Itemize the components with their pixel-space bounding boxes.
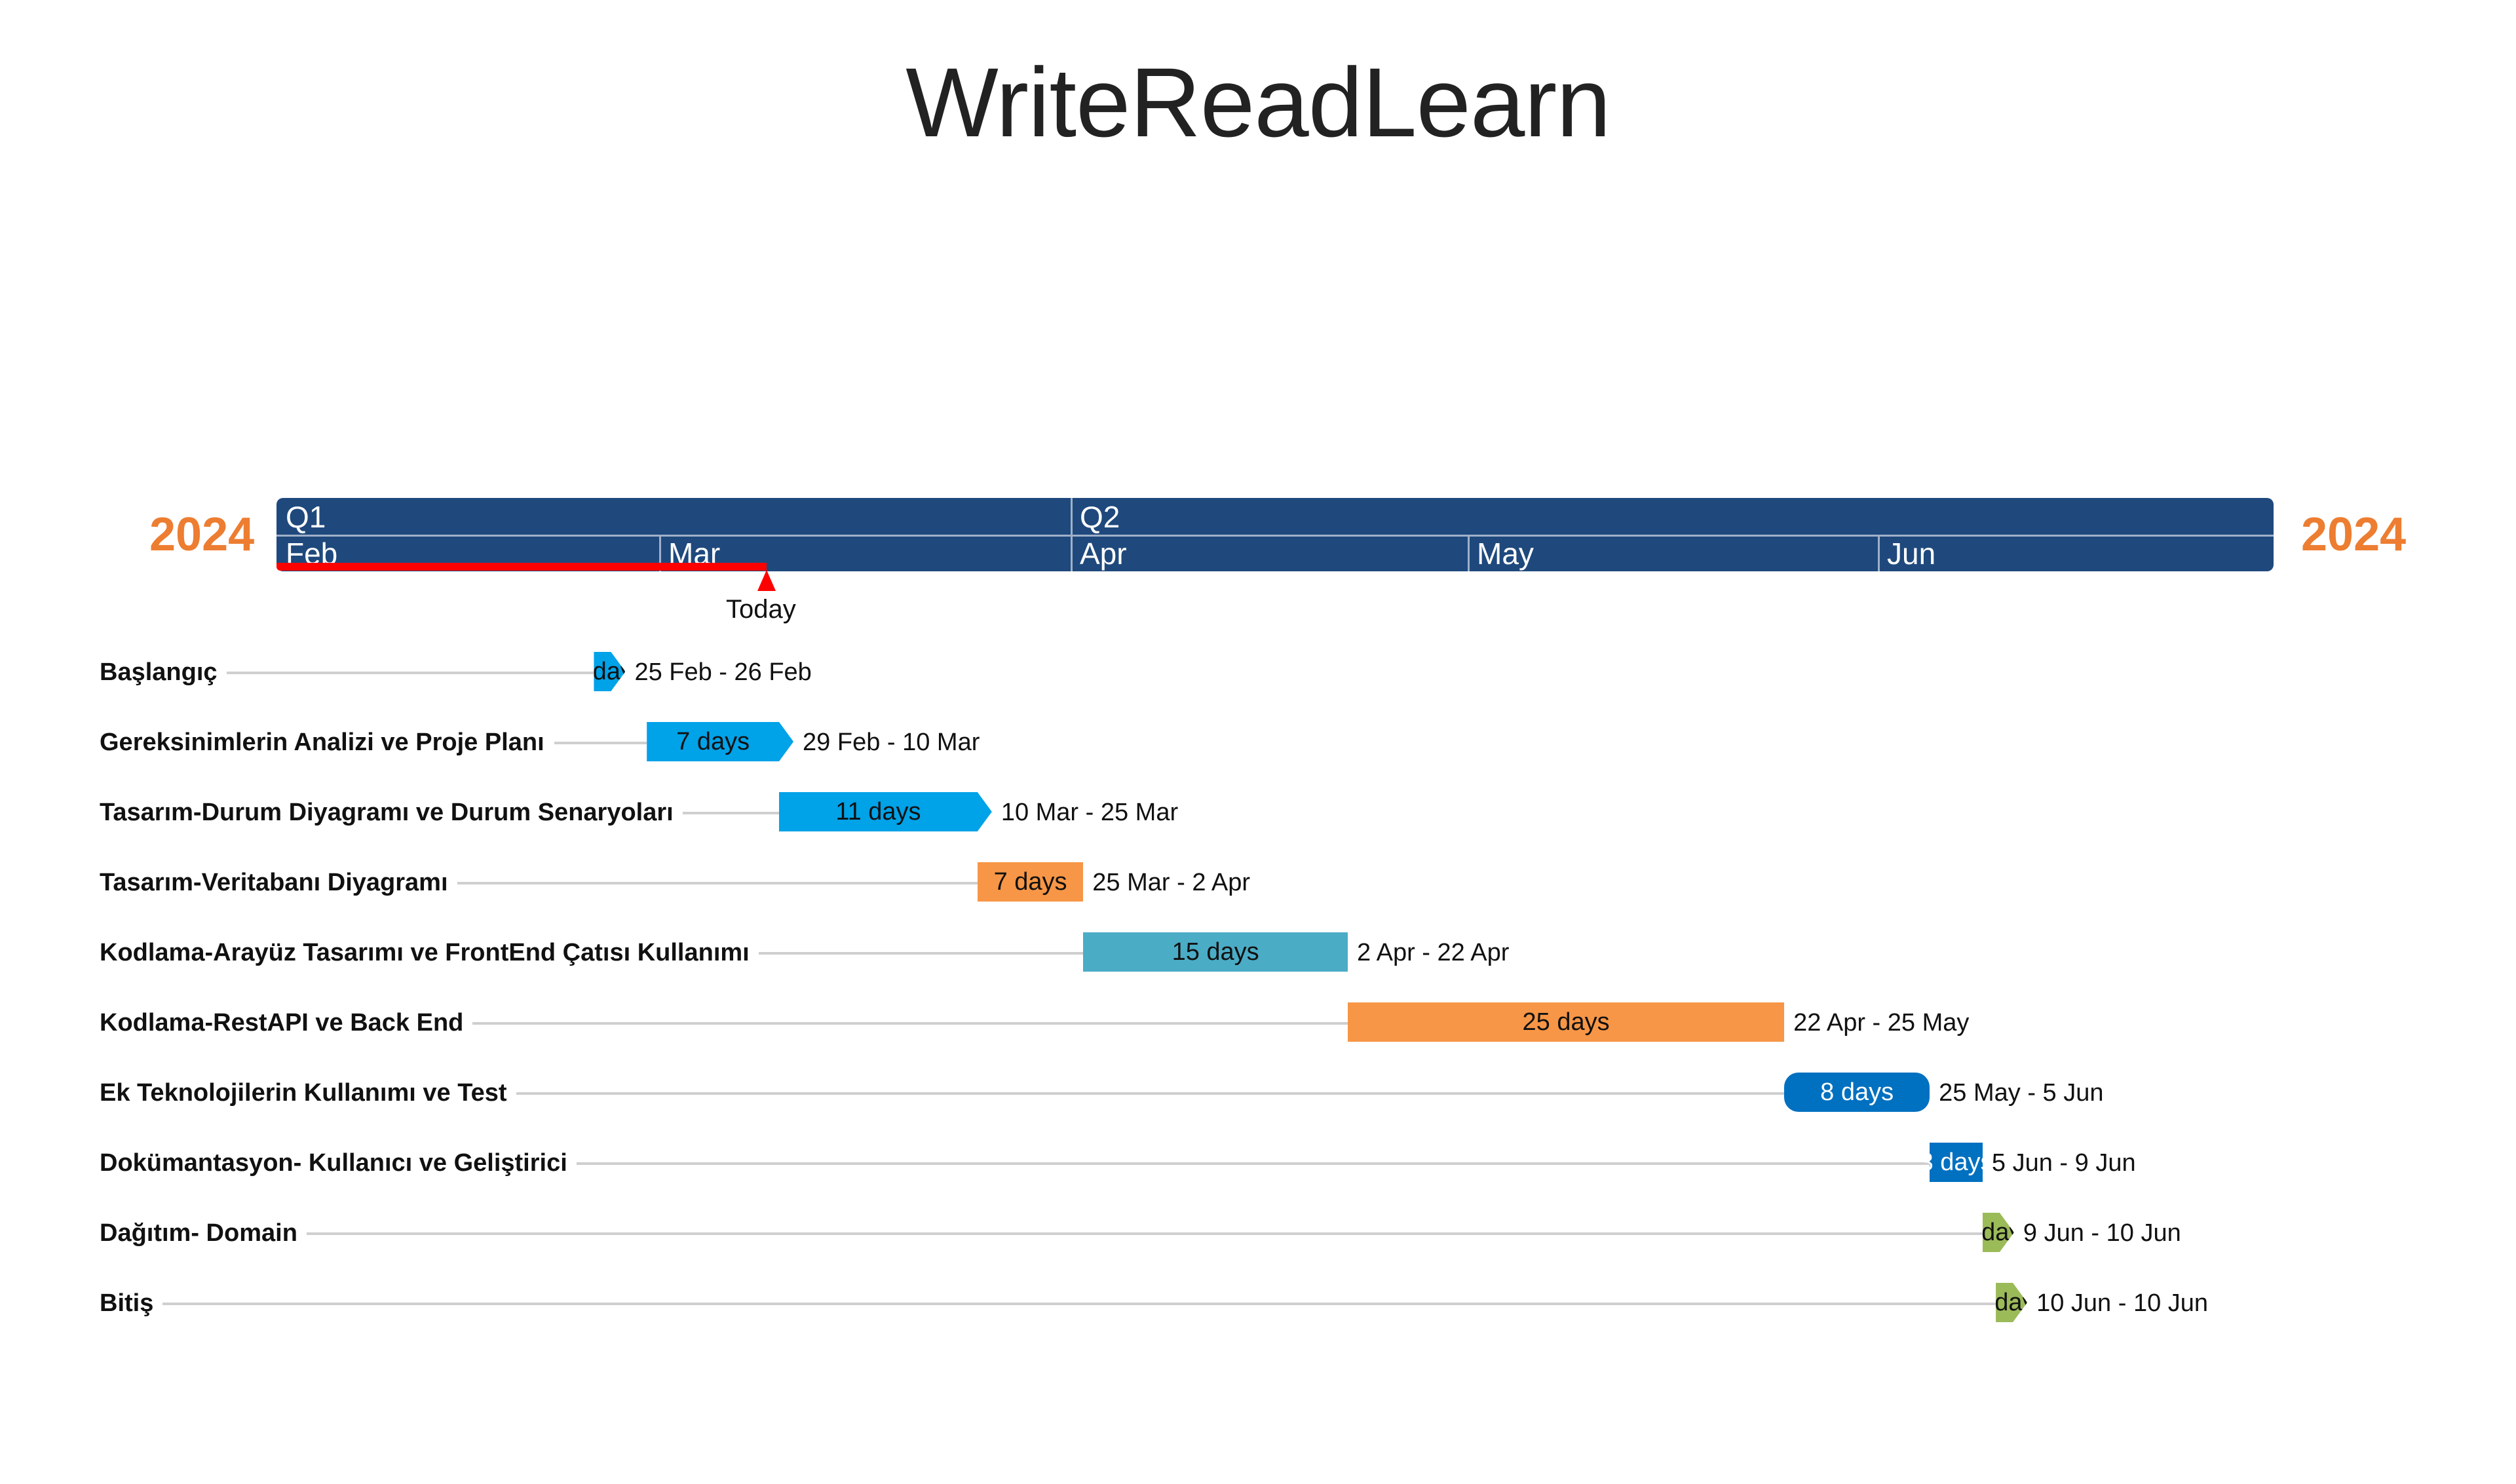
task-connector-line <box>682 812 780 814</box>
chart-title: WriteReadLearn <box>905 47 1611 157</box>
today-progress-line <box>276 563 767 571</box>
task-connector-line <box>576 1162 1930 1165</box>
task-date-range: 25 May - 5 Jun <box>1939 1079 2104 1107</box>
task-date-range: 5 Jun - 9 Jun <box>1991 1149 2136 1177</box>
task-row: Kodlama-Arayüz Tasarımı ve FrontEnd Çatı… <box>0 932 2516 974</box>
task-bar[interactable]: 7 days <box>977 862 1084 902</box>
quarter-label-q1: Q1 <box>286 500 326 534</box>
task-bar[interactable]: 1 day <box>594 652 625 691</box>
year-label-right: 2024 <box>2301 508 2407 561</box>
task-name: Bitiş <box>100 1289 154 1317</box>
task-date-range: 2 Apr - 22 Apr <box>1357 939 1510 966</box>
task-date-range: 10 Mar - 25 Mar <box>1001 799 1179 826</box>
task-bar[interactable]: 1 day <box>1983 1213 2014 1252</box>
task-connector-line <box>758 952 1084 955</box>
task-date-range: 9 Jun - 10 Jun <box>2023 1219 2181 1247</box>
quarter-separator <box>1071 498 1073 571</box>
task-row: Gereksinimlerin Analizi ve Proje Planı 7 … <box>0 722 2516 764</box>
task-date-range: 25 Mar - 2 Apr <box>1092 869 1251 896</box>
task-name: Tasarım-Veritabanı Diyagramı <box>100 869 448 896</box>
month-label-apr: Apr <box>1080 537 1127 571</box>
task-name: Gereksinimlerin Analizi ve Proje Planı <box>100 729 544 756</box>
task-row: Başlangıç 1 day 25 Feb - 26 Feb <box>0 652 2516 694</box>
task-connector-line <box>554 742 647 744</box>
timeline-header: Q1 Q2 Feb Mar Apr May Jun <box>276 498 2274 571</box>
task-row: Dağıtım- Domain 1 day 9 Jun - 10 Jun <box>0 1213 2516 1255</box>
month-label-jun: Jun <box>1887 537 1936 571</box>
task-name: Kodlama-Arayüz Tasarımı ve FrontEnd Çatı… <box>100 939 750 966</box>
task-bar[interactable]: 1 day <box>1996 1283 2027 1322</box>
task-name: Ek Teknolojilerin Kullanımı ve Test <box>100 1079 507 1107</box>
year-label-left: 2024 <box>149 508 255 561</box>
task-date-range: 22 Apr - 25 May <box>1793 1009 1970 1037</box>
task-connector-line <box>472 1022 1348 1025</box>
task-name: Kodlama-RestAPI ve Back End <box>100 1009 464 1037</box>
today-marker-icon <box>757 570 776 591</box>
task-row: Kodlama-RestAPI ve Back End 25 days 22 Apr… <box>0 1002 2516 1044</box>
task-date-range: 29 Feb - 10 Mar <box>803 729 980 756</box>
task-name: Dağıtım- Domain <box>100 1219 297 1247</box>
month-label-may: May <box>1477 537 1534 571</box>
task-row: Bitiş 1 day 10 Jun - 10 Jun <box>0 1283 2516 1325</box>
task-row: Ek Teknolojilerin Kullanımı ve Test 8 day… <box>0 1073 2516 1114</box>
task-bar[interactable]: 8 days <box>1784 1073 1930 1112</box>
task-bar[interactable]: 3 days <box>1920 1143 1993 1182</box>
task-connector-line <box>162 1303 1996 1305</box>
task-row: Tasarım-Veritabanı Diyagramı 7 days 25 Mar… <box>0 862 2516 904</box>
task-bar[interactable]: 7 days <box>647 722 793 761</box>
task-connector-line <box>516 1092 1785 1095</box>
month-separator-may <box>1468 535 1470 571</box>
task-bar[interactable]: 25 days <box>1348 1002 1785 1042</box>
task-row: Dokümantasyon- Kullanıcı ve Geliştirici 3… <box>0 1143 2516 1185</box>
task-date-range: 25 Feb - 26 Feb <box>634 658 812 686</box>
task-name: Başlangıç <box>100 658 218 686</box>
task-connector-line <box>457 882 978 885</box>
task-connector-line <box>306 1232 1983 1235</box>
task-row: Tasarım-Durum Diyagramı ve Durum Senaryo… <box>0 792 2516 834</box>
task-name: Dokümantasyon- Kullanıcı ve Geliştirici <box>100 1149 567 1177</box>
header-divider <box>276 535 2274 537</box>
month-separator-jun <box>1878 535 1880 571</box>
task-connector-line <box>226 672 594 674</box>
task-name: Tasarım-Durum Diyagramı ve Durum Senaryo… <box>100 799 674 826</box>
task-bar[interactable]: 15 days <box>1083 932 1348 972</box>
today-label: Today <box>726 595 796 624</box>
quarter-label-q2: Q2 <box>1080 500 1120 534</box>
task-date-range: 10 Jun - 10 Jun <box>2036 1289 2209 1317</box>
task-bar[interactable]: 11 days <box>779 792 992 831</box>
